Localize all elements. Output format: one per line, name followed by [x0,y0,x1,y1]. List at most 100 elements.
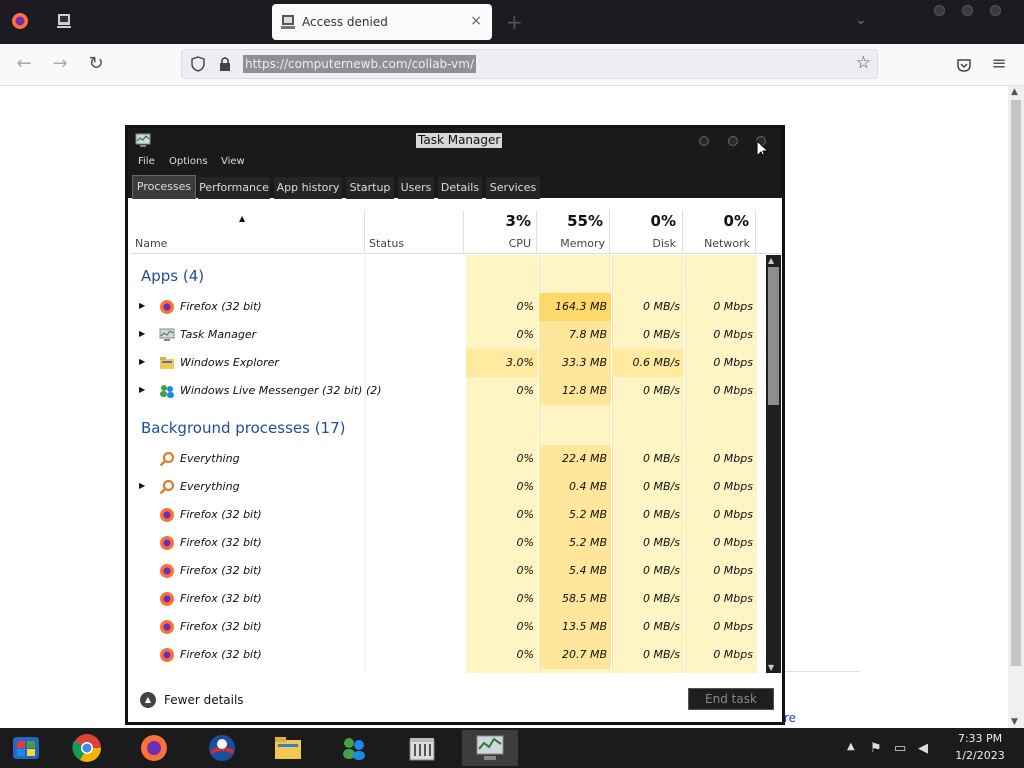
folder-icon [159,355,175,371]
column-status[interactable]: Status [369,237,404,250]
process-name: Firefox (32 bit) [180,620,262,633]
url-text[interactable]: https://computernewb.com/collab-vm/ [243,55,477,73]
task-manager-title: Task Manager [416,133,503,148]
tm-minimize-button[interactable] [699,136,709,146]
scroll-up-icon[interactable]: ▲ [768,256,774,265]
process-disk: 0 MB/s [643,648,680,661]
column-name[interactable]: Name [135,237,167,250]
task-manager-taskbar-button[interactable] [462,730,518,766]
expand-arrow-icon[interactable]: ▶ [139,481,145,490]
process-row[interactable]: ▶ Windows Live Messenger (32 bit) (2) 0% 12… [131,377,759,405]
menu-file[interactable]: File [138,156,155,167]
forward-button[interactable]: → [49,54,71,76]
process-row[interactable]: ▶ Firefox (32 bit) 0% 164.3 MB 0 MB/s 0 Mbps [131,293,759,321]
campaign-icon[interactable] [206,732,238,764]
page-scrollbar-thumb[interactable] [1011,100,1021,666]
back-button[interactable]: ← [13,54,35,76]
process-scrollbar-thumb[interactable] [768,267,779,405]
tab-processes[interactable]: Processes [132,175,196,199]
bookmark-star-icon[interactable]: ☆ [856,53,871,73]
show-hidden-icons-icon[interactable]: ▲ [847,741,855,752]
group-header-background[interactable]: Background processes (17) [141,419,346,437]
scroll-down-icon[interactable]: ▼ [768,663,774,672]
network-icon[interactable]: ▭ [894,741,906,756]
new-tab-button[interactable]: + [506,10,523,34]
action-center-flag-icon[interactable]: ⚑ [870,741,882,756]
process-network: 0 Mbps [713,536,753,549]
task-manager-titlebar[interactable]: Task Manager [128,128,782,160]
column-cpu[interactable]: CPU [467,237,531,250]
minimize-window-button[interactable] [934,5,945,16]
page-link[interactable]: re [784,711,796,725]
archive-icon[interactable] [406,732,438,764]
menu-options[interactable]: Options [169,156,208,167]
close-tab-icon[interactable]: × [470,13,482,29]
firefox-icon [159,591,175,607]
column-disk[interactable]: Disk [611,237,676,250]
firefox-icon [159,619,175,635]
tab-details[interactable]: Details [438,177,482,199]
app-menu-button[interactable]: ≡ [988,54,1010,76]
clock-date[interactable]: 1/2/2023 [948,749,1012,762]
process-row[interactable]: Firefox (32 bit) 0% 5.4 MB 0 MB/s 0 Mbps [131,557,759,585]
group-header-apps[interactable]: Apps (4) [141,267,204,285]
process-row[interactable]: Firefox (32 bit) 0% 13.5 MB 0 MB/s 0 Mbps [131,613,759,641]
process-row[interactable]: Firefox (32 bit) 0% 58.5 MB 0 MB/s 0 Mbps [131,585,759,613]
firefox-icon[interactable] [11,12,29,30]
end-task-button[interactable]: End task [688,688,774,710]
tab-access-denied[interactable]: Access denied × [272,4,492,40]
process-network: 0 Mbps [713,508,753,521]
messenger-icon[interactable] [338,732,370,764]
maximize-window-button[interactable] [962,5,973,16]
expand-arrow-icon[interactable]: ▶ [139,357,145,366]
list-tabs-icon[interactable]: ⌄ [855,12,867,28]
task-manager-tabs: Processes Performance App history Startu… [128,172,782,199]
chevron-up-icon[interactable]: ▲ [140,692,156,708]
process-row[interactable]: Everything 0% 22.4 MB 0 MB/s 0 Mbps [131,445,759,473]
process-memory: 12.8 MB [561,384,607,397]
column-network[interactable]: Network [685,237,750,250]
process-row[interactable]: ▶ Everything 0% 0.4 MB 0 MB/s 0 Mbps [131,473,759,501]
scroll-up-icon[interactable]: ▲ [1011,87,1018,97]
column-memory[interactable]: Memory [539,237,605,250]
process-network: 0 Mbps [713,300,753,313]
start-button-icon[interactable] [10,732,42,764]
volume-icon[interactable]: ◀ [918,741,928,756]
column-divider [463,210,464,254]
tab-users[interactable]: Users [398,177,434,199]
lock-icon[interactable] [218,56,232,72]
pocket-icon[interactable] [956,57,972,73]
tm-maximize-button[interactable] [728,136,738,146]
reload-button[interactable]: ↻ [85,54,107,76]
fewer-details-button[interactable]: Fewer details [164,693,244,707]
file-explorer-icon[interactable] [272,732,304,764]
tab-performance[interactable]: Performance [198,177,270,199]
expand-arrow-icon[interactable]: ▶ [139,301,145,310]
tab-startup[interactable]: Startup [346,177,394,199]
taskbar: ▲ ⚑ ▭ ◀ 7:33 PM 1/2/2023 [0,728,1024,768]
process-row[interactable]: Firefox (32 bit) 0% 5.2 MB 0 MB/s 0 Mbps [131,529,759,557]
process-disk: 0 MB/s [643,452,680,465]
process-row[interactable]: ▶ Windows Explorer 3.0% 33.3 MB 0.6 MB/s 0 Mb… [131,349,759,377]
process-row[interactable]: Firefox (32 bit) 0% 5.2 MB 0 MB/s 0 Mbps [131,501,759,529]
page-scrollbar[interactable]: ▲ ▼ [1008,86,1024,728]
scroll-down-icon[interactable]: ▼ [1011,717,1018,727]
shield-icon[interactable] [190,56,206,72]
firefox-icon[interactable] [138,732,170,764]
clock-time[interactable]: 7:33 PM [948,732,1012,745]
process-row[interactable]: Firefox (32 bit) 0% 20.7 MB 0 MB/s 0 Mbps [131,641,759,669]
tab-app-history[interactable]: App history [274,177,342,199]
close-window-button[interactable] [990,5,1001,16]
extension-icon[interactable] [55,12,73,30]
expand-arrow-icon[interactable]: ▶ [139,385,145,394]
menu-view[interactable]: View [221,156,245,167]
process-list-scrollbar[interactable]: ▲ ▼ [766,255,781,673]
tab-services[interactable]: Services [486,177,540,199]
expand-arrow-icon[interactable]: ▶ [139,329,145,338]
url-bar[interactable]: https://computernewb.com/collab-vm/ ☆ [181,49,878,79]
process-row[interactable]: ▶ Task Manager 0% 7.8 MB 0 MB/s 0 Mbps [131,321,759,349]
process-disk: 0.6 MB/s [632,356,680,369]
process-memory: 164.3 MB [554,300,607,313]
process-cpu: 0% [516,480,534,493]
chrome-icon[interactable] [71,732,103,764]
